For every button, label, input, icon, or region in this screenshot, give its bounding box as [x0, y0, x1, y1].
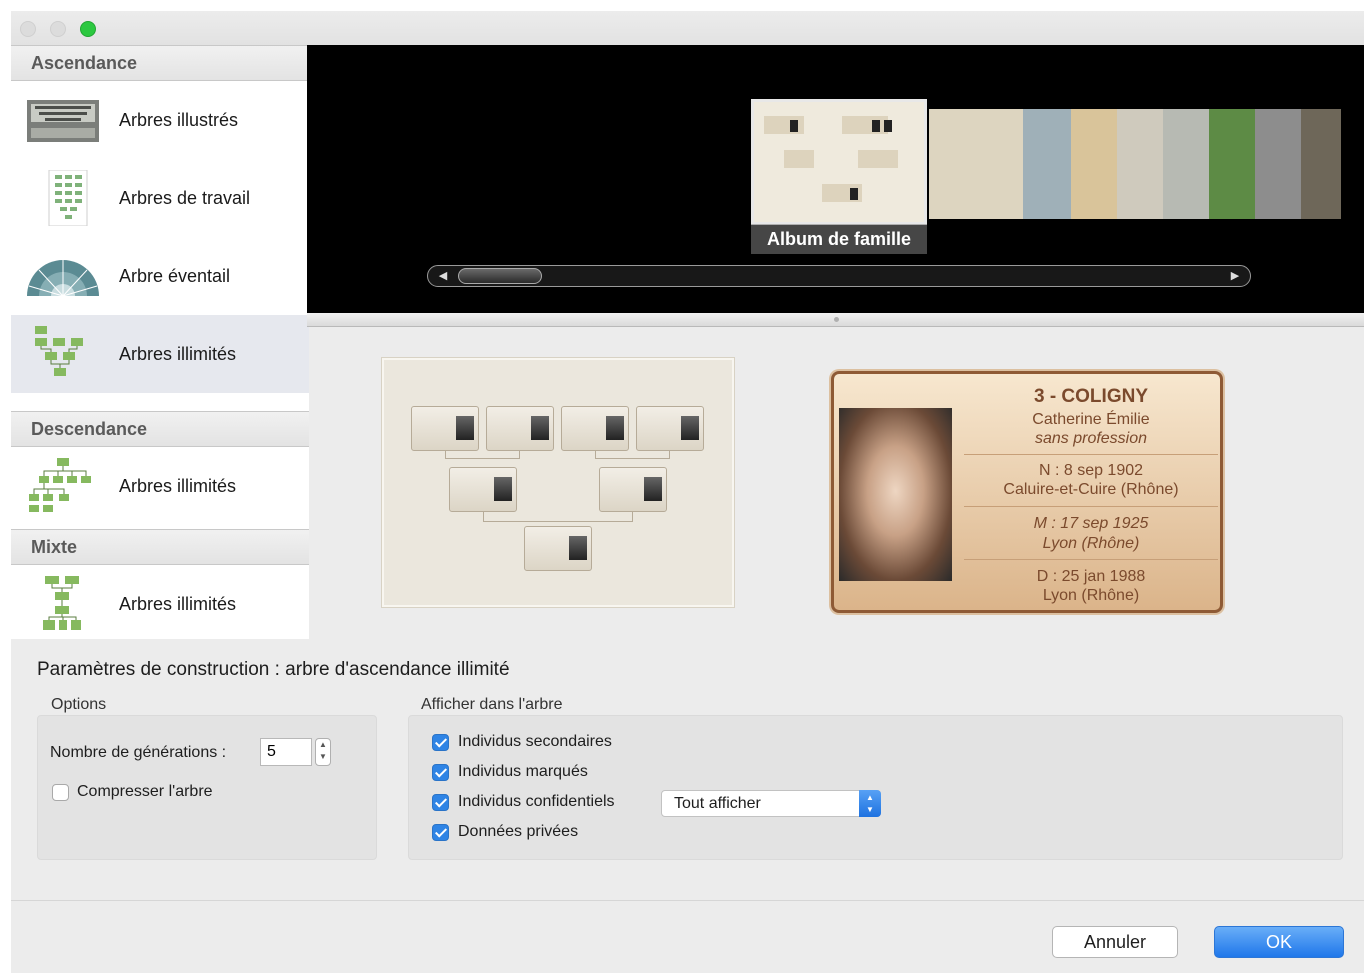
generations-input[interactable] [260, 738, 312, 766]
secondary-individuals-checkbox[interactable] [432, 734, 449, 751]
private-data-label: Données privées [458, 823, 579, 840]
template-coverflow[interactable]: Album de famille ◀ ▶ [307, 45, 1364, 313]
illustrated-tree-icon [27, 100, 99, 142]
display-group-title: Afficher dans l'arbre [421, 696, 563, 713]
confidential-individuals-label: Individus confidentiels [458, 793, 615, 810]
sidebar-item-label: Arbres illimités [119, 594, 237, 614]
scrollbar-thumb[interactable] [458, 268, 542, 284]
sidebar-item-label: Arbres illustrés [119, 110, 239, 130]
close-window-button[interactable] [20, 21, 36, 37]
sidebar-item-arbres-illustres[interactable]: Arbres illustrés [11, 81, 309, 159]
scroll-right-arrow-icon[interactable]: ▶ [1222, 268, 1248, 284]
select-value: Tout afficher [674, 795, 761, 812]
mini-person-box [524, 526, 592, 571]
unlimited-tree-icon [35, 326, 83, 376]
cover-template-9[interactable] [1301, 109, 1341, 219]
compress-tree-checkbox[interactable] [52, 784, 69, 801]
card-separator [964, 559, 1218, 560]
mixed-tree-icon [43, 576, 81, 630]
card-birth-place: Caluire-et-Cuire (Rhône) [1003, 481, 1179, 498]
options-group: Nombre de générations : ▲▼ Compresser l'… [37, 715, 377, 860]
cover-template-3[interactable] [1023, 109, 1071, 219]
title-bar [11, 11, 1364, 45]
mini-person-box [561, 406, 629, 451]
confidential-display-select[interactable]: Tout afficher ▲ ▼ [661, 790, 881, 817]
dialog-window: Ascendance Arbres illustrés Arbres de tr… [11, 11, 1364, 973]
marked-individuals-checkbox[interactable] [432, 764, 449, 781]
sidebar-item-arbre-eventail[interactable]: Arbre éventail [11, 237, 309, 315]
sidebar-item-label: Arbres illimités [119, 476, 237, 496]
generations-stepper[interactable]: ▲ ▼ [315, 738, 331, 766]
sidebar-item-label: Arbres illimités [119, 344, 237, 364]
mini-person-box [449, 467, 517, 512]
card-name: Catherine Émilie [1032, 411, 1150, 428]
person-card-preview: 3 - COLIGNY Catherine Émilie sans profes… [831, 371, 1223, 613]
select-chevron-icon[interactable]: ▲ ▼ [859, 790, 881, 817]
ok-button[interactable]: OK [1214, 926, 1344, 958]
confidential-individuals-checkbox[interactable] [432, 794, 449, 811]
marked-individuals-label: Individus marqués [458, 763, 588, 780]
mini-person-box [636, 406, 704, 451]
section-descendance: Descendance [11, 411, 309, 447]
minimize-window-button[interactable] [50, 21, 66, 37]
cover-template-8[interactable] [1255, 109, 1301, 219]
card-death-place: Lyon (Rhône) [1042, 587, 1140, 604]
footer-divider [11, 900, 1364, 901]
preview-area: 3 - COLIGNY Catherine Émilie sans profes… [309, 327, 1364, 639]
mini-connector [483, 512, 633, 522]
split-view-divider[interactable] [307, 313, 1364, 327]
secondary-individuals-label: Individus secondaires [458, 733, 612, 750]
section-mixte: Mixte [11, 529, 309, 565]
mini-connector [445, 451, 520, 459]
parameters-title: Paramètres de construction : arbre d'asc… [37, 659, 510, 680]
scroll-left-arrow-icon[interactable]: ◀ [430, 268, 456, 284]
display-group: Individus secondaires Individus marqués … [408, 715, 1343, 860]
sidebar-item-label: Arbre éventail [119, 266, 231, 286]
card-marriage-place: Lyon (Rhône) [1042, 535, 1140, 552]
generations-label: Nombre de générations : [50, 744, 227, 761]
sidebar-item-arbres-illimites-mixte[interactable]: Arbres illimités [11, 565, 309, 643]
private-data-checkbox[interactable] [432, 824, 449, 841]
card-title: 3 - COLIGNY [1033, 386, 1148, 407]
album-preview-image [754, 102, 924, 222]
descendant-tree-icon [29, 458, 91, 512]
card-occupation: sans profession [1034, 430, 1148, 447]
compress-tree-label: Compresser l'arbre [77, 783, 213, 800]
card-separator [964, 454, 1218, 455]
cover-album-de-famille[interactable] [751, 99, 927, 225]
sidebar-item-arbres-illimites-ascendance[interactable]: Arbres illimités [11, 315, 309, 393]
cover-template-7[interactable] [1209, 109, 1255, 219]
cover-template-5[interactable] [1117, 109, 1163, 219]
sidebar-item-arbres-illimites-descendance[interactable]: Arbres illimités [11, 447, 309, 525]
cover-template-6[interactable] [1163, 109, 1209, 219]
mini-person-box [486, 406, 554, 451]
zoom-window-button[interactable] [80, 21, 96, 37]
card-death: D : 25 jan 1988 [1036, 568, 1146, 585]
card-separator [964, 506, 1218, 507]
fan-tree-icon [27, 260, 99, 297]
tree-type-sidebar: Ascendance Arbres illustrés Arbres de tr… [11, 45, 309, 639]
coverflow-scrollbar[interactable]: ◀ ▶ [427, 265, 1251, 287]
card-birth: N : 8 sep 1902 [1038, 462, 1144, 479]
card-marriage: M : 17 sep 1925 [1033, 515, 1149, 532]
person-photo [839, 408, 952, 581]
tree-preview-image [382, 358, 734, 607]
cover-template-2[interactable] [929, 109, 1023, 219]
mini-person-box [599, 467, 667, 512]
options-group-title: Options [51, 696, 107, 713]
cover-caption: Album de famille [751, 224, 927, 254]
cover-template-4[interactable] [1071, 109, 1117, 219]
section-ascendance: Ascendance [11, 45, 309, 81]
work-tree-icon [48, 170, 88, 226]
sidebar-item-label: Arbres de travail [119, 188, 251, 208]
splitter-handle-icon[interactable] [834, 317, 839, 322]
mini-person-box [411, 406, 479, 451]
cancel-button[interactable]: Annuler [1052, 926, 1178, 958]
sidebar-item-arbres-de-travail[interactable]: Arbres de travail [11, 159, 309, 237]
mini-connector [595, 451, 670, 459]
